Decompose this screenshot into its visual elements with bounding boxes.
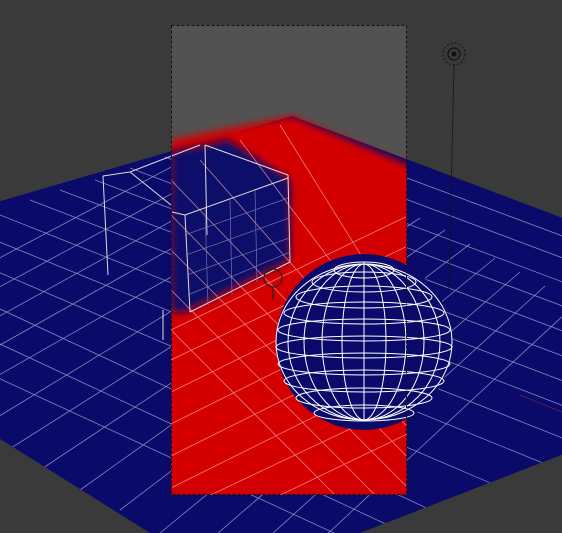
sphere[interactable]: [275, 254, 453, 430]
3d-viewport[interactable]: [0, 0, 562, 533]
